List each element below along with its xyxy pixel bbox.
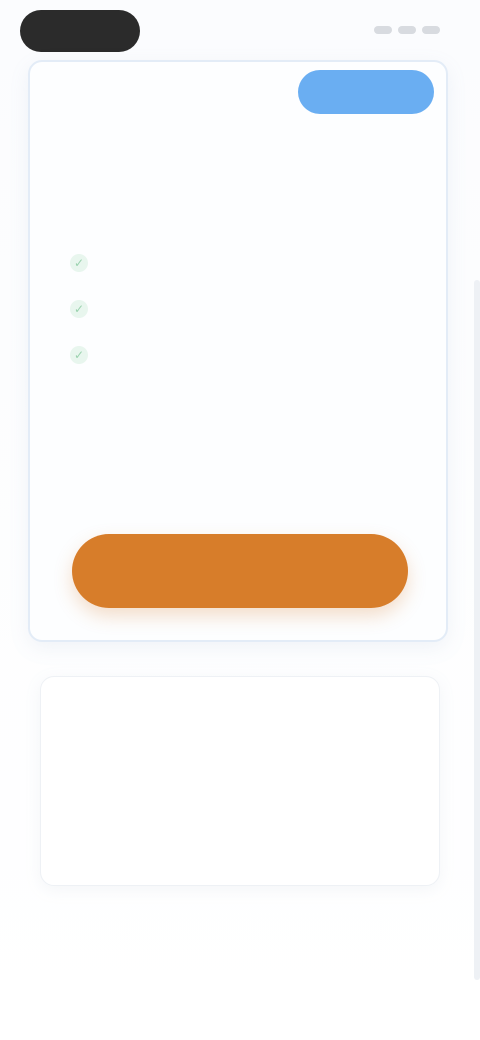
check-icon: ✓	[70, 300, 88, 318]
check-icon: ✓	[70, 254, 88, 272]
status-bar	[0, 0, 480, 64]
wifi-icon	[398, 26, 416, 34]
feature-item: ✓	[70, 344, 400, 364]
secondary-card[interactable]	[40, 676, 440, 886]
feature-item: ✓	[70, 298, 400, 318]
plan-badge	[298, 70, 434, 114]
feature-list: ✓ ✓ ✓	[70, 252, 400, 390]
battery-icon	[422, 26, 440, 34]
footer-link[interactable]	[166, 930, 314, 954]
cta-button[interactable]	[72, 534, 408, 608]
plan-card: ✓ ✓ ✓	[28, 60, 448, 642]
check-icon: ✓	[70, 346, 88, 364]
feature-item: ✓	[70, 252, 400, 272]
status-icons	[360, 24, 440, 36]
signal-icon	[374, 26, 392, 34]
scrollbar[interactable]	[474, 280, 480, 980]
app-screen: ✓ ✓ ✓	[0, 0, 480, 1040]
dynamic-island	[20, 10, 140, 52]
